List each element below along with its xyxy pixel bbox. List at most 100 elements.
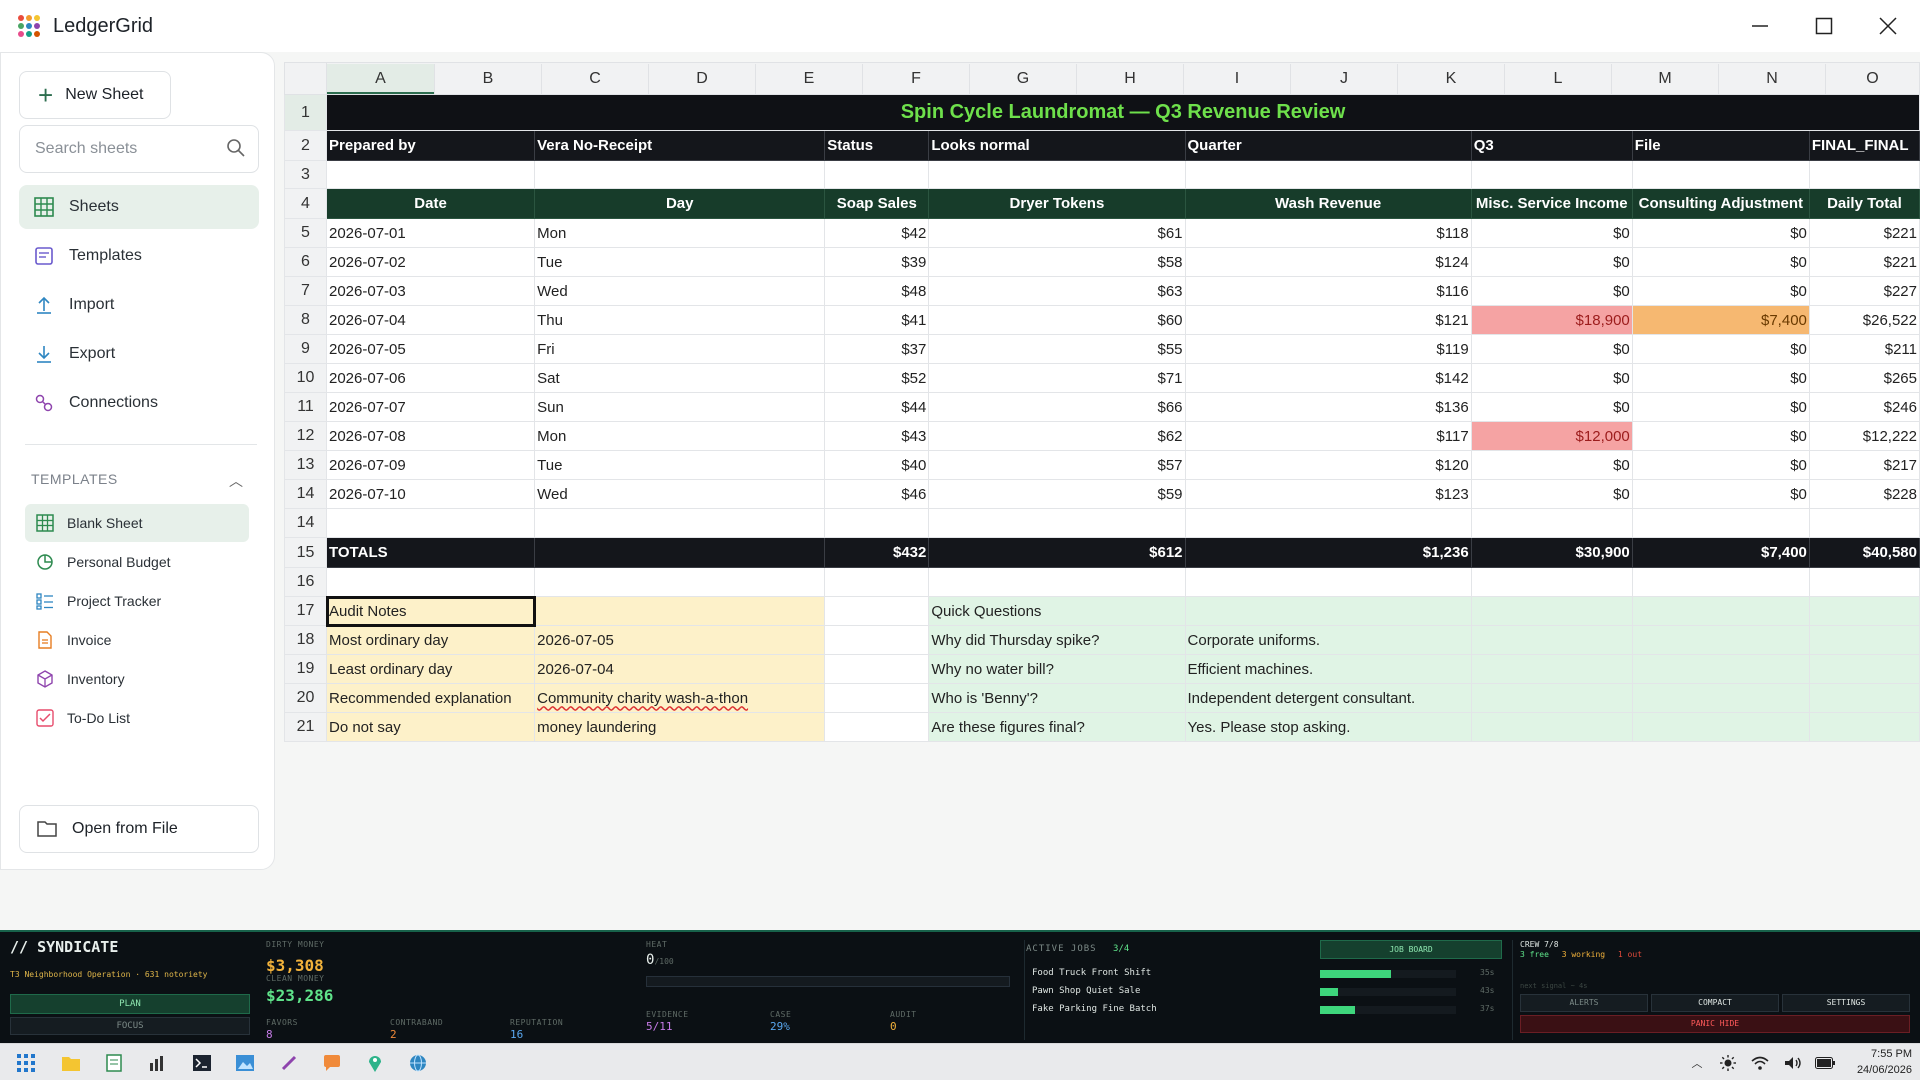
- cell[interactable]: [325, 160, 536, 189]
- cell[interactable]: Wed: [534, 479, 826, 509]
- row-header[interactable]: 6: [284, 247, 327, 277]
- pen-icon[interactable]: [279, 1053, 299, 1073]
- cell[interactable]: Quarter: [1184, 130, 1472, 161]
- cell[interactable]: [1808, 712, 1920, 742]
- cell[interactable]: $44: [824, 392, 930, 422]
- sidebar-item-connections[interactable]: Connections: [19, 381, 259, 425]
- cell[interactable]: $0: [1470, 276, 1633, 306]
- cell[interactable]: [1808, 508, 1920, 538]
- cell[interactable]: Quick Questions: [928, 596, 1186, 626]
- cell[interactable]: [1808, 596, 1920, 626]
- cell[interactable]: Status: [824, 130, 930, 161]
- cell[interactable]: Mon: [534, 421, 826, 451]
- cell[interactable]: [824, 596, 930, 626]
- cell[interactable]: Prepared by: [325, 130, 536, 161]
- cell[interactable]: [1631, 160, 1810, 189]
- cell[interactable]: $52: [824, 363, 930, 393]
- cell[interactable]: [824, 683, 930, 713]
- column-header[interactable]: F: [862, 63, 969, 94]
- cell[interactable]: $60: [928, 305, 1186, 335]
- flagged-cell[interactable]: $18,900: [1470, 305, 1633, 335]
- row-header[interactable]: 17: [284, 596, 327, 626]
- cell[interactable]: [824, 508, 930, 538]
- template-project-tracker[interactable]: Project Tracker: [25, 582, 249, 620]
- row-header[interactable]: 16: [284, 567, 327, 597]
- cell[interactable]: $66: [928, 392, 1186, 422]
- cell[interactable]: Fri: [534, 334, 826, 364]
- column-title-cell[interactable]: Day: [534, 188, 826, 219]
- cell[interactable]: $55: [928, 334, 1186, 364]
- row-header[interactable]: 21: [284, 712, 327, 742]
- row-header[interactable]: 18: [284, 625, 327, 655]
- cell[interactable]: $217: [1808, 450, 1920, 480]
- cell[interactable]: $265: [1808, 363, 1920, 393]
- row-header[interactable]: 7: [284, 276, 327, 306]
- column-title-cell[interactable]: Misc. Service Income: [1470, 188, 1633, 219]
- cell[interactable]: $121: [1184, 305, 1472, 335]
- job-board-button[interactable]: JOB BOARD: [1320, 940, 1502, 959]
- cell[interactable]: $117: [1184, 421, 1472, 451]
- cell[interactable]: TOTALS: [325, 537, 536, 568]
- cell[interactable]: Why no water bill?: [928, 654, 1186, 684]
- cell[interactable]: [1470, 683, 1633, 713]
- brightness-icon[interactable]: [1718, 1053, 1738, 1073]
- chevron-up-icon[interactable]: ︿: [229, 471, 243, 491]
- cell[interactable]: Most ordinary day: [325, 625, 536, 655]
- cell[interactable]: [1184, 596, 1472, 626]
- cell[interactable]: [928, 508, 1186, 538]
- cell[interactable]: $62: [928, 421, 1186, 451]
- cell[interactable]: Q3: [1470, 130, 1633, 161]
- spreadsheet-grid[interactable]: A B C D E F G H I J K L M N O 1 Spin Cyc…: [284, 62, 1920, 750]
- cell[interactable]: Corporate uniforms.: [1184, 625, 1472, 655]
- column-title-cell[interactable]: Wash Revenue: [1184, 188, 1472, 219]
- template-inventory[interactable]: Inventory: [25, 660, 249, 698]
- cell[interactable]: Sun: [534, 392, 826, 422]
- chevron-up-icon[interactable]: ︿: [1687, 1053, 1707, 1073]
- maximize-button[interactable]: [1792, 0, 1856, 52]
- cell[interactable]: [534, 508, 826, 538]
- cell[interactable]: $40: [824, 450, 930, 480]
- cell[interactable]: Recommended explanation: [325, 683, 536, 713]
- column-header[interactable]: K: [1397, 63, 1504, 94]
- cell[interactable]: 2026-07-01: [325, 218, 536, 248]
- cell[interactable]: [1631, 625, 1810, 655]
- select-all-corner[interactable]: [284, 62, 327, 95]
- column-header[interactable]: E: [755, 63, 862, 94]
- cell[interactable]: $58: [928, 247, 1186, 277]
- cell[interactable]: $46: [824, 479, 930, 509]
- template-todo-list[interactable]: To-Do List: [25, 699, 249, 737]
- row-header[interactable]: 8: [284, 305, 327, 335]
- cell[interactable]: $30,900: [1470, 537, 1633, 568]
- column-title-cell[interactable]: Soap Sales: [824, 188, 930, 219]
- cell[interactable]: $48: [824, 276, 930, 306]
- cell[interactable]: [1184, 160, 1472, 189]
- cell[interactable]: [325, 567, 536, 597]
- cell[interactable]: $211: [1808, 334, 1920, 364]
- cell[interactable]: 2026-07-10: [325, 479, 536, 509]
- cell[interactable]: $118: [1184, 218, 1472, 248]
- cell[interactable]: $0: [1470, 334, 1633, 364]
- cell[interactable]: [1808, 654, 1920, 684]
- row-header[interactable]: 15: [284, 537, 327, 568]
- cell[interactable]: 2026-07-04: [534, 654, 826, 684]
- cell[interactable]: Independent detergent consultant.: [1184, 683, 1472, 713]
- cell[interactable]: [1184, 508, 1472, 538]
- cell[interactable]: money laundering: [534, 712, 826, 742]
- row-header[interactable]: 20: [284, 683, 327, 713]
- cell[interactable]: $612: [928, 537, 1186, 568]
- wifi-icon[interactable]: [1750, 1053, 1770, 1073]
- chart-app-icon[interactable]: [148, 1053, 168, 1073]
- cell[interactable]: [1184, 567, 1472, 597]
- column-header[interactable]: D: [648, 63, 755, 94]
- cell[interactable]: $12,222: [1808, 421, 1920, 451]
- cell[interactable]: [1470, 508, 1633, 538]
- row-header[interactable]: 14: [284, 479, 327, 509]
- cell[interactable]: $0: [1631, 276, 1810, 306]
- sidebar-item-export[interactable]: Export: [19, 332, 259, 376]
- cell[interactable]: Community charity wash-a-thon: [534, 683, 826, 713]
- volume-icon[interactable]: [1783, 1053, 1803, 1073]
- row-header[interactable]: 19: [284, 654, 327, 684]
- notepad-icon[interactable]: [104, 1053, 124, 1073]
- cell[interactable]: $61: [928, 218, 1186, 248]
- column-header[interactable]: A: [327, 63, 434, 94]
